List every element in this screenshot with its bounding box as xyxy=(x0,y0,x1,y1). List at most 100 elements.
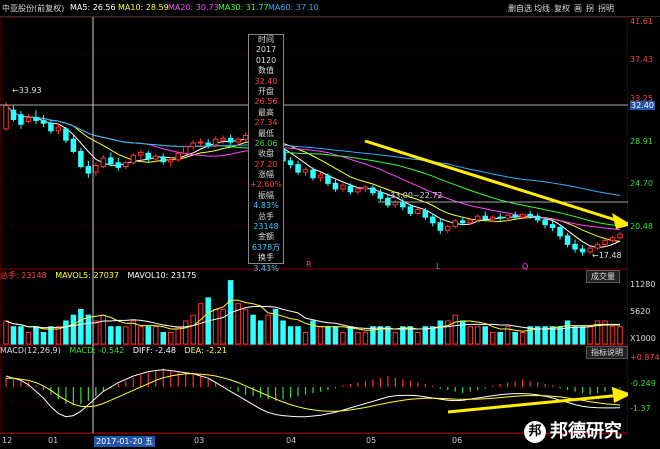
volume-axis: 11280 5620 X1000 xyxy=(628,270,660,346)
date-tick: 05 xyxy=(366,436,377,445)
range-price-mark: 33.00~22.72 xyxy=(390,191,443,200)
candle-body xyxy=(579,248,586,253)
volume-bar xyxy=(3,320,9,345)
data-window-row: 总手 xyxy=(258,211,274,221)
candle-body xyxy=(190,142,196,148)
volume-total-label: 总手: 23148 xyxy=(0,271,47,280)
volume-bar xyxy=(182,320,189,345)
date-tick: 06 xyxy=(452,436,463,445)
mavol10-label: MAVOL10: 23175 xyxy=(127,271,197,280)
candle-body xyxy=(437,222,444,231)
moving-average-button[interactable]: 均线 xyxy=(532,3,552,15)
candle-body xyxy=(527,213,533,217)
candle-body xyxy=(332,182,339,190)
candle-body xyxy=(355,188,361,193)
volume-bar xyxy=(370,326,376,345)
data-window-row: 32.40 xyxy=(254,76,278,86)
volume-tick: X1000 xyxy=(630,334,656,343)
candle-body xyxy=(609,237,616,242)
volume-bar xyxy=(100,314,107,345)
volume-bar xyxy=(482,326,488,345)
trend-arrow-down xyxy=(364,139,623,224)
volume-tick: 11280 xyxy=(630,280,656,289)
volume-bar xyxy=(25,331,32,345)
ma5-label: MA5: 26.56 xyxy=(70,3,116,12)
candle-body xyxy=(542,219,548,226)
candle-body xyxy=(212,138,219,146)
marker-q: Q xyxy=(522,262,529,271)
price-tick: 41.61 xyxy=(630,17,653,26)
volume-bar xyxy=(108,326,114,345)
volume-tick: 5620 xyxy=(630,307,651,316)
candle-body xyxy=(534,215,541,221)
data-window-row: 4.83% xyxy=(253,201,279,211)
dea-value-label: DEA: -2.21 xyxy=(184,346,227,355)
volume-bar xyxy=(332,326,339,345)
macd-value-label: MACD: -0.542 xyxy=(69,346,125,355)
candle-body xyxy=(167,159,174,163)
candle-body xyxy=(317,174,324,179)
remove-favorite-button[interactable]: 删自选 xyxy=(506,3,534,15)
macd-trend-arrow xyxy=(447,393,623,414)
volume-bar xyxy=(78,308,84,345)
kline-chart[interactable] xyxy=(0,17,628,433)
candle-body xyxy=(572,243,578,250)
volume-bar xyxy=(10,326,17,345)
candle-body xyxy=(497,216,503,219)
candle-body xyxy=(93,165,99,173)
indicator-help-button[interactable]: 指标说明 xyxy=(586,346,628,359)
candle-body xyxy=(407,206,414,214)
macd-histogram xyxy=(5,368,621,406)
candle-body xyxy=(452,220,459,228)
candle-body xyxy=(602,240,608,245)
data-window-row: 0120 xyxy=(255,55,277,65)
volume-bar xyxy=(85,314,92,345)
draw-button[interactable]: 画 xyxy=(572,3,584,15)
price-tick: 24.70 xyxy=(630,179,653,188)
volume-bar xyxy=(340,331,346,345)
candle-body xyxy=(55,126,62,132)
candle-body xyxy=(10,109,17,121)
volume-bar xyxy=(265,314,271,345)
volume-bar xyxy=(579,326,586,345)
ma30-label: MA30: 31.77 xyxy=(218,3,269,12)
candle-body xyxy=(557,226,563,237)
brand-name: 邦德研究 xyxy=(550,421,622,442)
candle-body xyxy=(617,233,623,239)
candle-body xyxy=(130,154,137,164)
candle-body xyxy=(145,152,152,160)
rights-adjust-button[interactable]: 复权 xyxy=(552,3,572,15)
macd-tick: -0.249 xyxy=(630,379,656,388)
candle-body xyxy=(362,186,369,190)
candle-body xyxy=(302,168,309,173)
macd-legend: MACD(12,26,9) MACD: -0.542 DIFF: -2.48 D… xyxy=(0,346,233,358)
volume-bar xyxy=(415,331,421,345)
turn-explain-button[interactable]: 拐明 xyxy=(596,3,616,15)
volume-bar xyxy=(317,326,324,345)
marker-l: L xyxy=(436,262,441,271)
data-window-row: 27.20 xyxy=(254,159,278,169)
stock-title: 中亚股份(前复权) xyxy=(2,4,65,13)
turn-button[interactable]: 拐 xyxy=(584,3,596,15)
data-window-row: 2017 xyxy=(255,45,277,55)
volume-bar xyxy=(519,331,526,345)
volume-bar xyxy=(564,320,571,345)
candle-body xyxy=(205,142,211,146)
volume-bar xyxy=(527,326,533,345)
volume-bar xyxy=(212,308,219,345)
price-panel-border xyxy=(0,17,628,270)
macd-tick: -1.37 xyxy=(630,404,651,413)
trend-arrowhead-down xyxy=(612,213,628,229)
candle-body xyxy=(512,214,518,218)
candlesticks xyxy=(3,101,623,256)
candle-body xyxy=(40,119,47,124)
candle-body xyxy=(235,138,241,143)
volume-bar xyxy=(302,331,309,345)
candle-body xyxy=(138,151,144,156)
volume-indicator-button[interactable]: 成交量 xyxy=(586,270,620,283)
candle-body xyxy=(377,192,384,199)
ma20-label: MA20: 30.73 xyxy=(168,3,219,12)
candle-body xyxy=(430,216,436,224)
candle-body xyxy=(474,215,481,221)
candle-body xyxy=(100,157,107,167)
